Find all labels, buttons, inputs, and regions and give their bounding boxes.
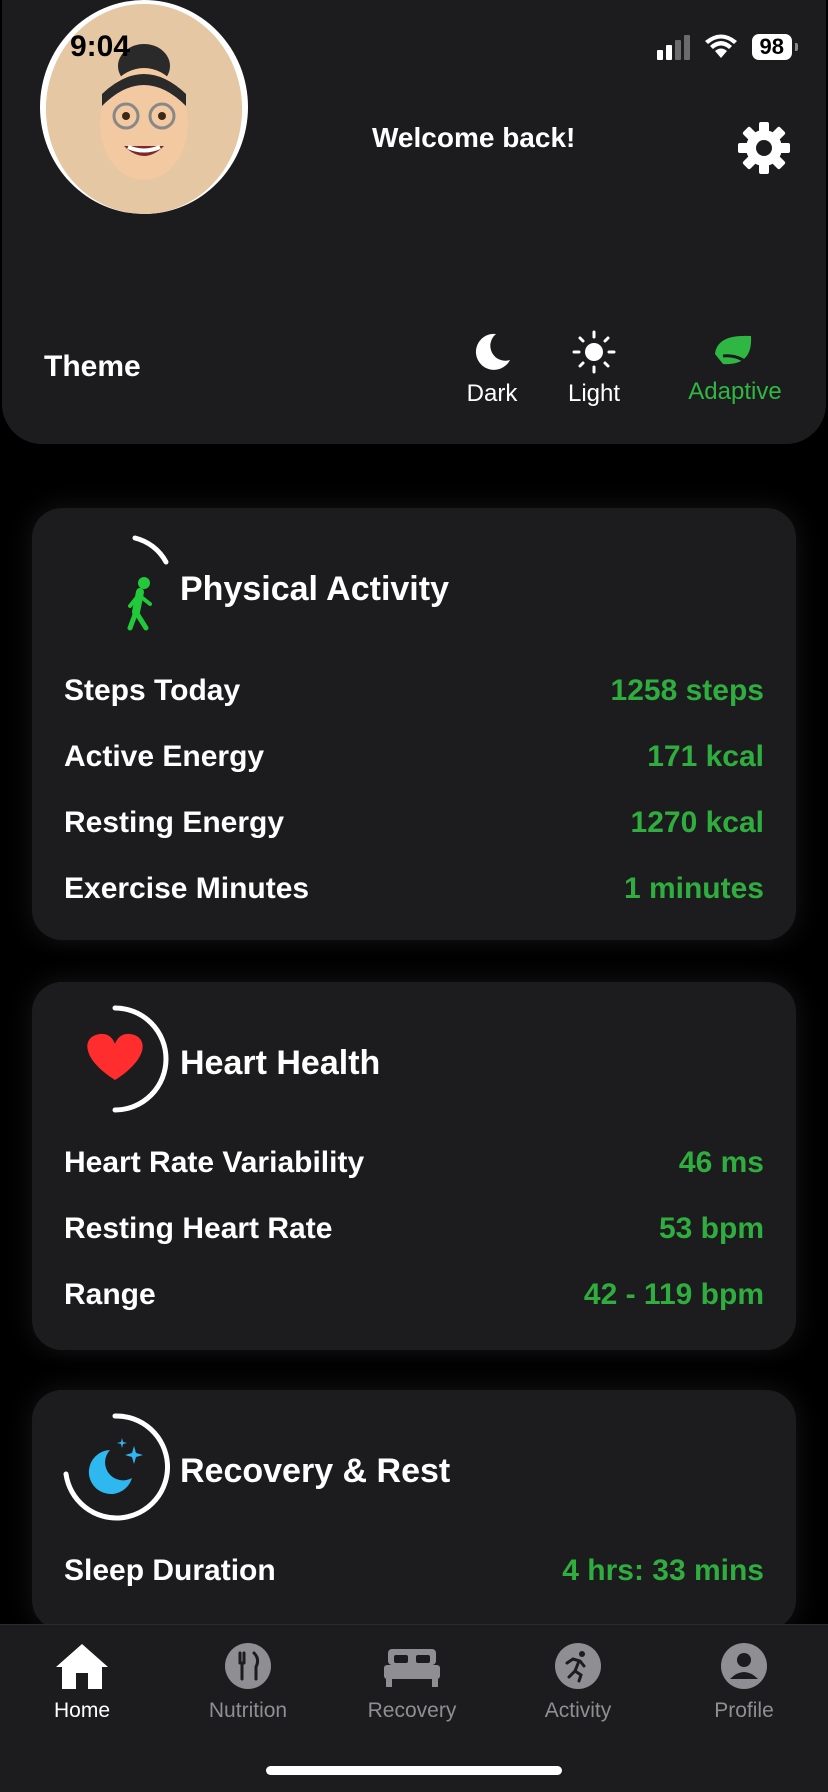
header-panel: 9:04 98 Welcome back! Theme Dark Light A… — [2, 0, 826, 444]
metric-value: 171 kcal — [647, 740, 764, 773]
tab-nutrition[interactable]: Nutrition — [178, 1641, 318, 1723]
theme-option-light[interactable]: Light — [562, 330, 626, 408]
tab-label: Home — [53, 1699, 111, 1722]
metric-row: Steps Today 1258 steps — [64, 674, 764, 708]
metric-row: Exercise Minutes 1 minutes — [64, 872, 764, 906]
walking-person-icon — [127, 535, 169, 631]
running-person-icon — [555, 1643, 601, 1689]
tab-activity[interactable]: Activity — [508, 1641, 648, 1723]
tab-recovery[interactable]: Recovery — [342, 1641, 482, 1723]
theme-option-adaptive[interactable]: Adaptive — [670, 332, 800, 406]
metric-label: Active Energy — [64, 740, 265, 773]
theme-option-dark[interactable]: Dark — [460, 330, 524, 408]
recovery-rest-card[interactable]: Recovery & Rest Sleep Duration 4 hrs: 33… — [32, 1390, 796, 1630]
tab-label: Activity — [544, 1699, 612, 1722]
bed-icon — [384, 1649, 440, 1687]
tab-home[interactable]: Home — [12, 1641, 152, 1723]
metric-value: 53 bpm — [658, 1212, 764, 1245]
moon-icon — [475, 333, 510, 370]
heart-icon — [87, 1005, 169, 1113]
metric-value: 1 minutes — [623, 872, 764, 905]
theme-label: Theme — [44, 350, 141, 383]
metric-row: Heart Rate Variability 46 ms — [64, 1146, 764, 1180]
theme-option-label: Dark — [466, 380, 518, 407]
metric-value: 1270 kcal — [630, 806, 764, 839]
metric-row: Resting Energy 1270 kcal — [64, 806, 764, 840]
tab-label: Recovery — [367, 1699, 457, 1722]
battery-indicator: 98 — [751, 34, 799, 60]
theme-option-label: Adaptive — [688, 378, 782, 405]
status-icons: 98 — [656, 34, 799, 60]
metric-label: Resting Heart Rate — [64, 1212, 333, 1245]
tab-label: Profile — [714, 1699, 774, 1722]
wifi-icon — [704, 34, 737, 58]
metric-row: Active Energy 171 kcal — [64, 740, 764, 774]
heart-health-card[interactable]: Heart Health Heart Rate Variability 46 m… — [32, 982, 796, 1350]
metric-label: Sleep Duration — [64, 1554, 276, 1587]
tab-profile[interactable]: Profile — [674, 1641, 814, 1723]
physical-activity-card[interactable]: Physical Activity Steps Today 1258 steps… — [32, 508, 796, 940]
fork-knife-icon — [225, 1643, 271, 1689]
signal-icon — [656, 34, 690, 60]
metric-label: Heart Rate Variability — [64, 1146, 365, 1179]
metric-row: Resting Heart Rate 53 bpm — [64, 1212, 764, 1246]
welcome-text: Welcome back! — [372, 122, 576, 153]
card-title: Physical Activity — [180, 570, 449, 608]
metric-label: Range — [64, 1278, 156, 1311]
moon-stars-icon — [63, 1413, 170, 1521]
sun-icon — [572, 330, 616, 374]
card-title: Recovery & Rest — [180, 1452, 451, 1490]
metric-value: 4 hrs: 33 mins — [562, 1554, 764, 1587]
metric-value: 1258 steps — [610, 674, 764, 707]
home-indicator[interactable] — [266, 1766, 562, 1775]
screen: 9:04 98 Welcome back! Theme Dark Light A… — [0, 0, 828, 1792]
metric-label: Resting Energy — [64, 806, 285, 839]
gear-icon[interactable] — [736, 120, 792, 176]
theme-option-label: Light — [567, 380, 621, 407]
home-icon — [56, 1644, 108, 1689]
status-time: 9:04 — [70, 30, 131, 63]
metric-value: 46 ms — [678, 1146, 764, 1179]
person-circle-icon — [721, 1643, 767, 1689]
leaf-icon — [715, 335, 757, 372]
card-title: Heart Health — [180, 1044, 381, 1082]
metric-row: Range 42 - 119 bpm — [64, 1278, 764, 1312]
metric-label: Exercise Minutes — [64, 872, 310, 905]
metric-row: Sleep Duration 4 hrs: 33 mins — [64, 1554, 764, 1588]
metric-label: Steps Today — [64, 674, 241, 707]
metric-value: 42 - 119 bpm — [583, 1278, 764, 1311]
tab-label: Nutrition — [208, 1699, 288, 1722]
